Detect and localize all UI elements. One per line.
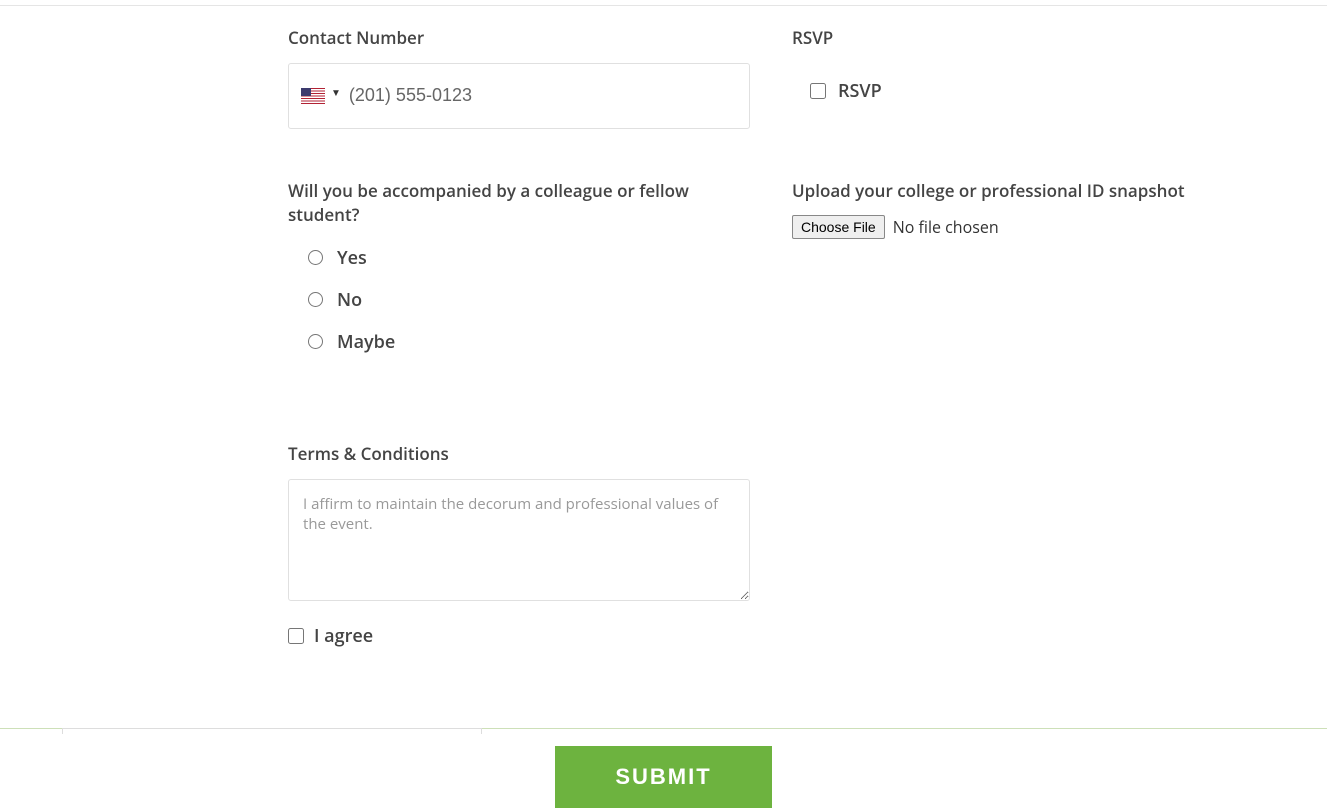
row-accompanied-upload: Will you be accompanied by a colleague o… — [0, 179, 1327, 372]
phone-input-wrapper[interactable]: ▼ — [288, 63, 750, 129]
rsvp-checkbox[interactable] — [810, 83, 826, 99]
radio-row-yes: Yes — [308, 246, 750, 270]
spacer — [0, 372, 1327, 442]
agree-checkbox[interactable] — [288, 628, 304, 644]
row-terms: Terms & Conditions I agree — [0, 442, 1327, 648]
contact-label: Contact Number — [288, 26, 750, 51]
file-row: Choose File No file chosen — [792, 215, 1254, 239]
upload-section: Upload your college or professional ID s… — [792, 179, 1254, 372]
rsvp-option-label: RSVP — [838, 79, 882, 103]
file-status: No file chosen — [893, 216, 999, 238]
phone-input[interactable] — [341, 85, 737, 106]
us-flag-icon[interactable] — [301, 88, 325, 104]
submit-wrap: SUBMIT — [0, 728, 1327, 790]
radio-row-maybe: Maybe — [308, 330, 750, 354]
radio-yes-label: Yes — [337, 246, 367, 270]
rsvp-label: RSVP — [792, 26, 1254, 51]
radio-yes[interactable] — [308, 250, 323, 265]
row-contact-rsvp: Contact Number ▼ RSVP RSVP — [0, 6, 1327, 129]
radio-no[interactable] — [308, 292, 323, 307]
upload-label: Upload your college or professional ID s… — [792, 179, 1254, 204]
bottom-tab — [62, 728, 482, 734]
spacer — [0, 129, 1327, 179]
choose-file-button[interactable]: Choose File — [792, 215, 885, 239]
accompanied-radio-group: Yes No Maybe — [288, 246, 750, 354]
radio-maybe-label: Maybe — [337, 330, 395, 354]
agree-row: I agree — [288, 624, 750, 648]
accompanied-section: Will you be accompanied by a colleague o… — [288, 179, 750, 372]
contact-section: Contact Number ▼ — [288, 26, 750, 129]
radio-maybe[interactable] — [308, 334, 323, 349]
empty-col — [792, 442, 1254, 648]
terms-section: Terms & Conditions I agree — [288, 442, 750, 648]
radio-row-no: No — [308, 288, 750, 312]
terms-textarea[interactable] — [288, 479, 750, 601]
agree-label: I agree — [314, 624, 373, 648]
radio-no-label: No — [337, 288, 362, 312]
terms-label: Terms & Conditions — [288, 442, 750, 467]
rsvp-option-row: RSVP — [792, 79, 1254, 103]
chevron-down-icon[interactable]: ▼ — [331, 85, 341, 99]
accompanied-label: Will you be accompanied by a colleague o… — [288, 179, 750, 228]
form-page: Contact Number ▼ RSVP RSVP Will you be a… — [0, 0, 1327, 790]
rsvp-section: RSVP RSVP — [792, 26, 1254, 129]
submit-button[interactable]: SUBMIT — [555, 746, 771, 808]
